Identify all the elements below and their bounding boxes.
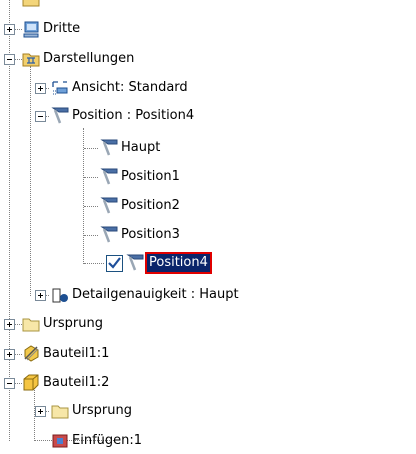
tree-item-position2[interactable]: Position2 [121, 197, 180, 215]
browser-tree: Dritte Darstellungen Ansicht: Standard P… [0, 0, 416, 448]
representations-folder-icon [22, 50, 40, 68]
position-icon [51, 106, 69, 124]
active-checkbox[interactable] [106, 255, 123, 272]
tree-line [30, 66, 31, 296]
tree-item-ansicht-standard[interactable]: Ansicht: Standard [72, 79, 188, 97]
position-icon [126, 253, 144, 271]
position-icon [100, 167, 118, 185]
tree-line [14, 59, 22, 60]
collapse-toggle[interactable] [4, 54, 15, 65]
tree-line [14, 29, 22, 30]
collapse-toggle[interactable] [35, 111, 46, 122]
tree-item-dritte[interactable]: Dritte [43, 20, 80, 38]
tree-item-darstellungen[interactable]: Darstellungen [43, 50, 134, 68]
tree-line [84, 263, 104, 264]
folder-icon [51, 402, 69, 420]
folder-icon [22, 0, 40, 8]
tree-item-position1[interactable]: Position1 [121, 168, 180, 186]
tree-line [84, 177, 98, 178]
part-icon [22, 373, 40, 391]
expand-toggle[interactable] [35, 406, 46, 417]
tree-item-bauteil1-1[interactable]: Bauteil1:1 [43, 345, 109, 363]
tree-line [84, 235, 98, 236]
position-icon [100, 196, 118, 214]
checkmark-icon [108, 257, 121, 269]
tree-line [14, 324, 22, 325]
sketch-monitor-icon [22, 20, 40, 38]
part-grounded-icon [22, 344, 40, 362]
tree-item-ursprung[interactable]: Ursprung [43, 315, 103, 333]
tree-item-position3[interactable]: Position3 [121, 226, 180, 244]
position-icon [100, 138, 118, 156]
tree-item-position-position4[interactable]: Position : Position4 [72, 107, 194, 125]
tree-item-ursprung-child[interactable]: Ursprung [72, 402, 132, 420]
expand-toggle[interactable] [4, 24, 15, 35]
level-of-detail-icon [51, 286, 69, 304]
tree-item-bauteil1-2[interactable]: Bauteil1:2 [43, 374, 109, 392]
expand-toggle[interactable] [4, 349, 15, 360]
insert-constraint-icon [51, 432, 69, 450]
tree-line [14, 383, 22, 384]
tree-line [84, 148, 98, 149]
view-icon [51, 79, 69, 97]
tree-line [14, 354, 22, 355]
tree-item-detailgenauigkeit[interactable]: Detailgenauigkeit : Haupt [72, 286, 239, 304]
folder-icon [22, 315, 40, 333]
expand-toggle[interactable] [4, 319, 15, 330]
collapse-toggle[interactable] [4, 378, 15, 389]
expand-toggle[interactable] [35, 290, 46, 301]
tree-line [9, 0, 10, 441]
expand-toggle[interactable] [35, 83, 46, 94]
position-icon [100, 225, 118, 243]
tree-item-position4-selected[interactable]: Position4 [145, 252, 212, 274]
tree-item-einfuegen1[interactable]: Einfügen:1 [72, 432, 142, 450]
tree-line [84, 206, 98, 207]
tree-item-haupt[interactable]: Haupt [121, 139, 160, 157]
